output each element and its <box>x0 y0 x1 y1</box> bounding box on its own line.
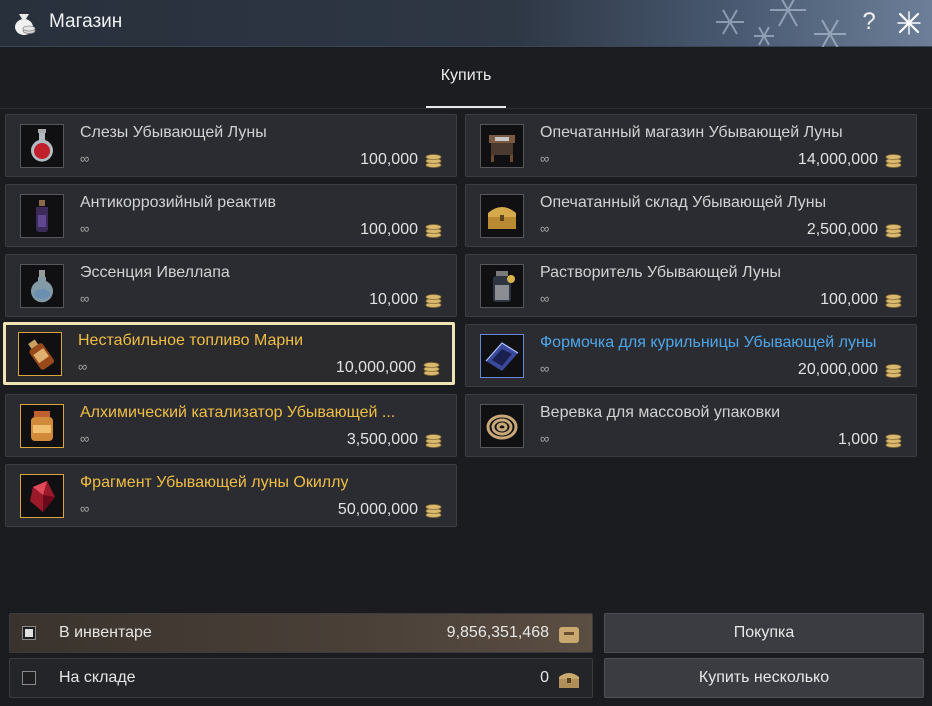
item-price: 14,000,000 <box>797 151 878 168</box>
shop-item[interactable]: Эссенция Ивеллапа ∞ 10,000 <box>5 254 457 317</box>
solvent-jar-icon <box>480 264 524 308</box>
potion-flask-icon <box>20 124 64 168</box>
item-price: 100,000 <box>820 291 878 308</box>
shop-item[interactable]: Формочка для курильницы Убывающей луны ∞… <box>465 324 917 387</box>
payment-panel: В инвентаре 9,856,351,468 На складе 0 По… <box>0 600 932 706</box>
purchase-button[interactable]: Покупка <box>604 613 924 653</box>
silver-coin-icon <box>885 294 902 308</box>
item-price: 1,000 <box>837 431 878 448</box>
catalyst-jar-icon <box>20 404 64 448</box>
item-name: Нестабильное топливо Марни <box>78 332 304 349</box>
item-name: Алхимический катализатор Убывающей ... <box>80 404 396 421</box>
item-stock: ∞ <box>540 361 550 376</box>
rope-coil-icon <box>480 404 524 448</box>
item-name: Растворитель Убывающей Луны <box>540 264 782 281</box>
silver-coin-icon <box>425 434 442 448</box>
item-price: 100,000 <box>360 151 418 168</box>
item-stock: ∞ <box>80 431 90 446</box>
silver-coin-icon <box>425 224 442 238</box>
item-price: 2,500,000 <box>806 221 878 238</box>
silver-coin-icon <box>423 362 440 376</box>
item-price: 10,000,000 <box>335 359 416 376</box>
shop-item[interactable]: Слезы Убывающей Луны ∞ 100,000 <box>5 114 457 177</box>
item-name: Фрагмент Убывающей луны Окиллу <box>80 474 349 491</box>
window-title: Магазин <box>49 11 123 32</box>
shop-item[interactable]: Веревка для массовой упаковки ∞ 1,000 <box>465 394 917 457</box>
shop-item[interactable]: Фрагмент Убывающей луны Окиллу ∞ 50,000,… <box>5 464 457 527</box>
silver-coin-icon <box>425 504 442 518</box>
item-stock: ∞ <box>540 151 550 166</box>
storage-amount: 0 <box>540 669 549 686</box>
inventory-checkbox[interactable] <box>22 626 36 640</box>
close-icon[interactable] <box>896 10 922 36</box>
item-price: 10,000 <box>369 291 418 308</box>
inventory-bag-icon <box>559 627 579 643</box>
pay-from-storage-row[interactable]: На складе 0 <box>9 658 593 698</box>
item-stock: ∞ <box>80 221 90 236</box>
storage-label: На складе <box>59 669 136 686</box>
inventory-amount: 9,856,351,468 <box>446 624 549 641</box>
item-name: Эссенция Ивеллапа <box>80 264 230 281</box>
title-bar: Магазин ? <box>0 0 932 47</box>
shop-item[interactable]: Опечатанный магазин Убывающей Луны ∞ 14,… <box>465 114 917 177</box>
pay-from-inventory-row[interactable]: В инвентаре 9,856,351,468 <box>9 613 593 653</box>
silver-coin-icon <box>885 154 902 168</box>
silver-coin-icon <box>425 294 442 308</box>
item-stock: ∞ <box>80 291 90 306</box>
item-name: Опечатанный магазин Убывающей Луны <box>540 124 843 141</box>
tab-buy[interactable]: Купить <box>426 48 506 108</box>
shop-item[interactable]: Антикоррозийный реактив ∞ 100,000 <box>5 184 457 247</box>
shop-stall-icon <box>480 124 524 168</box>
inventory-label: В инвентаре <box>59 624 152 641</box>
money-bag-icon <box>15 14 36 35</box>
reagent-bottle-icon <box>20 194 64 238</box>
item-price: 3,500,000 <box>346 431 418 448</box>
shop-item[interactable]: Алхимический катализатор Убывающей ... ∞… <box>5 394 457 457</box>
item-name: Формочка для курильницы Убывающей луны <box>540 334 877 351</box>
item-name: Веревка для массовой упаковки <box>540 404 780 421</box>
buy-multiple-button[interactable]: Купить несколько <box>604 658 924 698</box>
item-stock: ∞ <box>80 151 90 166</box>
shop-item[interactable]: Растворитель Убывающей Луны ∞ 100,000 <box>465 254 917 317</box>
silver-coin-icon <box>425 154 442 168</box>
essence-flask-icon <box>20 264 64 308</box>
incense-mold-icon <box>480 334 524 378</box>
shop-item[interactable]: Опечатанный склад Убывающей Луны ∞ 2,500… <box>465 184 917 247</box>
help-button[interactable]: ? <box>858 8 880 36</box>
tab-bar: Купить <box>0 48 932 109</box>
red-crystal-icon <box>20 474 64 518</box>
item-name: Слезы Убывающей Луны <box>80 124 267 141</box>
fuel-bottle-icon <box>18 332 62 376</box>
silver-coin-icon <box>885 224 902 238</box>
item-stock: ∞ <box>540 291 550 306</box>
item-stock: ∞ <box>540 221 550 236</box>
treasure-chest-icon <box>480 194 524 238</box>
item-list: Слезы Убывающей Луны ∞ 100,000 Опечатанн… <box>0 109 932 599</box>
shop-item-selected[interactable]: Нестабильное топливо Марни ∞ 10,000,000 <box>3 322 455 385</box>
item-price: 100,000 <box>360 221 418 238</box>
storage-chest-icon <box>559 673 579 688</box>
item-name: Антикоррозийный реактив <box>80 194 276 211</box>
item-stock: ∞ <box>80 501 90 516</box>
silver-coin-icon <box>885 364 902 378</box>
item-name: Опечатанный склад Убывающей Луны <box>540 194 827 211</box>
item-stock: ∞ <box>78 359 88 374</box>
item-stock: ∞ <box>540 431 550 446</box>
silver-coin-icon <box>885 434 902 448</box>
storage-checkbox[interactable] <box>22 671 36 685</box>
item-price: 20,000,000 <box>797 361 878 378</box>
item-price: 50,000,000 <box>337 501 418 518</box>
